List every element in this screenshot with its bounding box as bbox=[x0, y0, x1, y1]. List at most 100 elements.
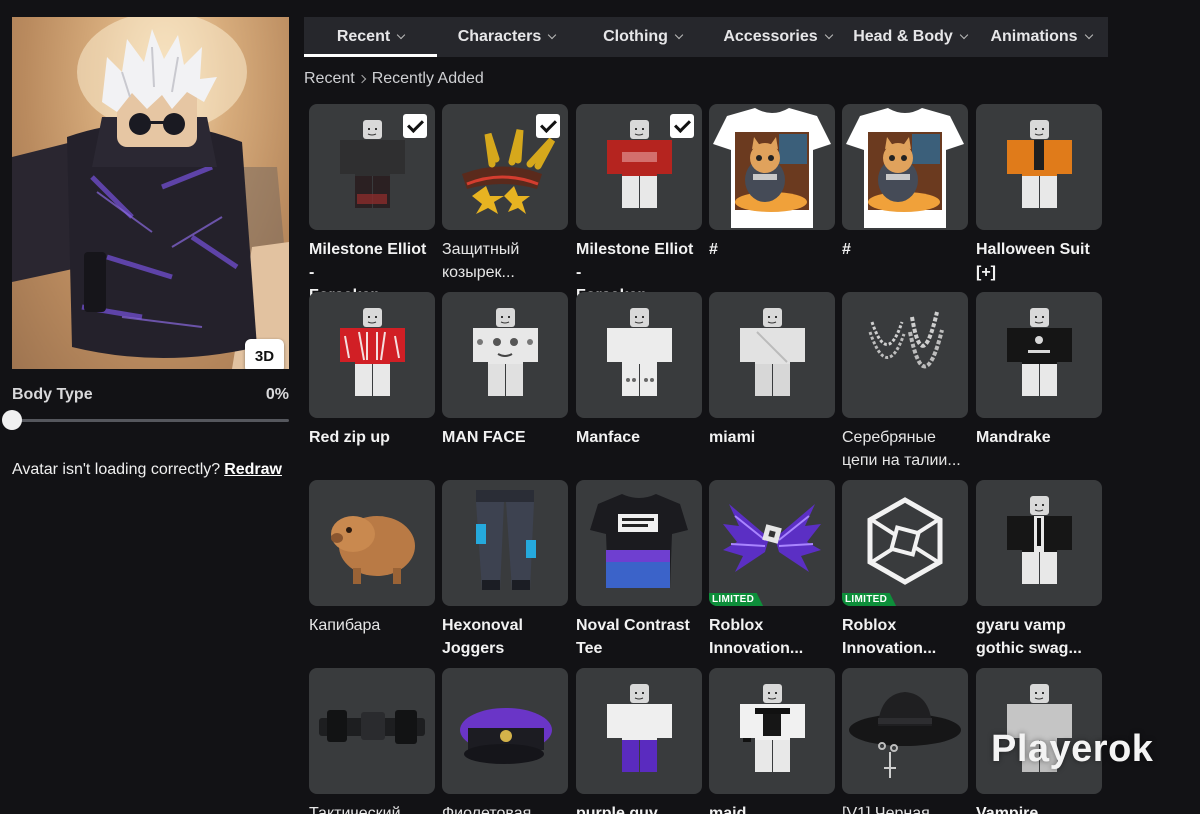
avatar-preview[interactable]: 3D bbox=[12, 17, 289, 369]
avatar-maid-icon bbox=[740, 684, 805, 772]
item-card[interactable]: Noval Contrast Tee bbox=[576, 480, 702, 660]
item-card[interactable]: Manface bbox=[576, 292, 702, 449]
item-card[interactable]: MAN FACE bbox=[442, 292, 568, 449]
item-thumbnail[interactable] bbox=[576, 104, 702, 230]
checkmark-icon[interactable] bbox=[536, 114, 560, 138]
tab-accessories[interactable]: Accessories bbox=[709, 17, 846, 57]
item-thumbnail[interactable] bbox=[309, 292, 435, 418]
tab-head-body[interactable]: Head & Body bbox=[846, 17, 974, 57]
item-thumbnail[interactable]: LIMITED bbox=[842, 480, 968, 606]
chevron-down-icon bbox=[674, 30, 684, 40]
item-thumbnail[interactable] bbox=[309, 668, 435, 794]
item-thumbnail[interactable] bbox=[709, 292, 835, 418]
item-name[interactable]: # bbox=[842, 238, 968, 261]
chevron-down-icon bbox=[548, 30, 557, 40]
avatar-white-faces-icon bbox=[607, 308, 672, 396]
item-card[interactable]: LIMITED Roblox Innovation... bbox=[842, 480, 968, 660]
item-name[interactable]: Mandrake bbox=[976, 426, 1102, 449]
item-name[interactable]: Капибара bbox=[309, 614, 435, 637]
item-card[interactable]: Капибара bbox=[309, 480, 435, 637]
tab-characters[interactable]: Characters bbox=[437, 17, 576, 57]
item-card[interactable]: Hexonoval Joggers bbox=[442, 480, 568, 660]
item-name[interactable]: Noval Contrast Tee bbox=[576, 614, 702, 660]
item-card[interactable]: maid bbox=[709, 668, 835, 814]
tab-recent[interactable]: Recent bbox=[304, 17, 437, 57]
category-tabs: Recent Characters Clothing Accessories H… bbox=[304, 17, 1108, 57]
body-type-slider-thumb[interactable] bbox=[2, 410, 22, 430]
item-card[interactable]: Halloween Suit [+] bbox=[976, 104, 1102, 284]
item-thumbnail[interactable] bbox=[976, 480, 1102, 606]
item-card[interactable]: Milestone Elliot - Forsaken bbox=[309, 104, 435, 307]
item-card[interactable]: # bbox=[842, 104, 968, 261]
item-card[interactable]: # bbox=[709, 104, 835, 261]
item-name[interactable]: Hexonoval Joggers bbox=[442, 614, 568, 660]
item-name[interactable]: purple guy bbox=[576, 802, 702, 814]
item-card[interactable]: purple guy bbox=[576, 668, 702, 814]
item-name[interactable]: Roblox Innovation... bbox=[709, 614, 835, 660]
item-thumbnail[interactable]: LIMITED bbox=[709, 480, 835, 606]
item-thumbnail[interactable] bbox=[442, 104, 568, 230]
tab-animations[interactable]: Animations bbox=[974, 17, 1108, 57]
item-thumbnail[interactable] bbox=[842, 668, 968, 794]
item-name[interactable]: miami bbox=[709, 426, 835, 449]
item-card[interactable]: Серебряные цепи на талии... bbox=[842, 292, 968, 472]
item-name[interactable]: gyaru vamp gothic swag... bbox=[976, 614, 1102, 660]
item-name[interactable]: [V1] Черная bbox=[842, 802, 968, 814]
avatar-gothic-icon bbox=[1007, 496, 1072, 584]
item-card[interactable]: [V1] Черная bbox=[842, 668, 968, 814]
item-card[interactable]: Фиолетовая bbox=[442, 668, 568, 814]
redraw-link[interactable]: Redraw bbox=[224, 461, 282, 478]
item-name[interactable]: # bbox=[709, 238, 835, 261]
item-name[interactable]: Vampire bbox=[976, 802, 1102, 814]
redraw-text: Avatar isn't loading correctly? bbox=[12, 461, 221, 478]
tab-label: Clothing bbox=[603, 28, 668, 45]
cat-tshirt-icon bbox=[713, 108, 831, 228]
item-card[interactable]: Тактический bbox=[309, 668, 435, 814]
tab-label: Recent bbox=[336, 28, 391, 45]
item-thumbnail[interactable] bbox=[442, 668, 568, 794]
checkmark-icon[interactable] bbox=[670, 114, 694, 138]
item-card[interactable]: gyaru vamp gothic swag... bbox=[976, 480, 1102, 660]
item-name[interactable]: Защитный козырек... bbox=[442, 238, 568, 284]
item-thumbnail[interactable] bbox=[576, 292, 702, 418]
item-thumbnail[interactable] bbox=[576, 668, 702, 794]
item-thumbnail[interactable] bbox=[842, 104, 968, 230]
item-name[interactable]: Roblox Innovation... bbox=[842, 614, 968, 660]
silver-chains-icon bbox=[868, 311, 944, 369]
body-type-slider[interactable] bbox=[12, 419, 289, 422]
item-name[interactable]: Фиолетовая bbox=[442, 802, 568, 814]
item-name[interactable]: MAN FACE bbox=[442, 426, 568, 449]
3d-view-button[interactable]: 3D bbox=[245, 339, 284, 369]
item-card[interactable]: Red zip up bbox=[309, 292, 435, 449]
black-hat-icon bbox=[849, 692, 961, 778]
breadcrumb-parent[interactable]: Recent bbox=[304, 70, 355, 87]
item-card[interactable]: Защитный козырек... bbox=[442, 104, 568, 284]
tactical-belt-icon bbox=[319, 710, 425, 744]
breadcrumb-current: Recently Added bbox=[371, 70, 484, 87]
item-thumbnail[interactable] bbox=[442, 292, 568, 418]
item-thumbnail[interactable] bbox=[442, 480, 568, 606]
item-name[interactable]: Halloween Suit [+] bbox=[976, 238, 1102, 284]
item-card[interactable]: Milestone Elliot - Forsaken bbox=[576, 104, 702, 307]
item-name[interactable]: Серебряные цепи на талии... bbox=[842, 426, 968, 472]
item-name[interactable]: Red zip up bbox=[309, 426, 435, 449]
item-name[interactable]: Тактический bbox=[309, 802, 435, 814]
tab-clothing[interactable]: Clothing bbox=[576, 17, 709, 57]
item-thumbnail[interactable] bbox=[309, 104, 435, 230]
item-thumbnail[interactable] bbox=[709, 668, 835, 794]
item-thumbnail[interactable] bbox=[976, 292, 1102, 418]
item-name[interactable]: Manface bbox=[576, 426, 702, 449]
contrast-tee-icon bbox=[590, 494, 688, 588]
item-name[interactable]: maid bbox=[709, 802, 835, 814]
breadcrumb: Recent Recently Added bbox=[304, 70, 484, 88]
avatar-faces-icon bbox=[473, 308, 538, 396]
item-card[interactable]: miami bbox=[709, 292, 835, 449]
item-thumbnail[interactable] bbox=[842, 292, 968, 418]
item-thumbnail[interactable] bbox=[309, 480, 435, 606]
item-thumbnail[interactable] bbox=[976, 104, 1102, 230]
item-thumbnail[interactable] bbox=[709, 104, 835, 230]
item-card[interactable]: Mandrake bbox=[976, 292, 1102, 449]
item-card[interactable]: LIMITED Roblox Innovation... bbox=[709, 480, 835, 660]
item-thumbnail[interactable] bbox=[576, 480, 702, 606]
checkmark-icon[interactable] bbox=[403, 114, 427, 138]
